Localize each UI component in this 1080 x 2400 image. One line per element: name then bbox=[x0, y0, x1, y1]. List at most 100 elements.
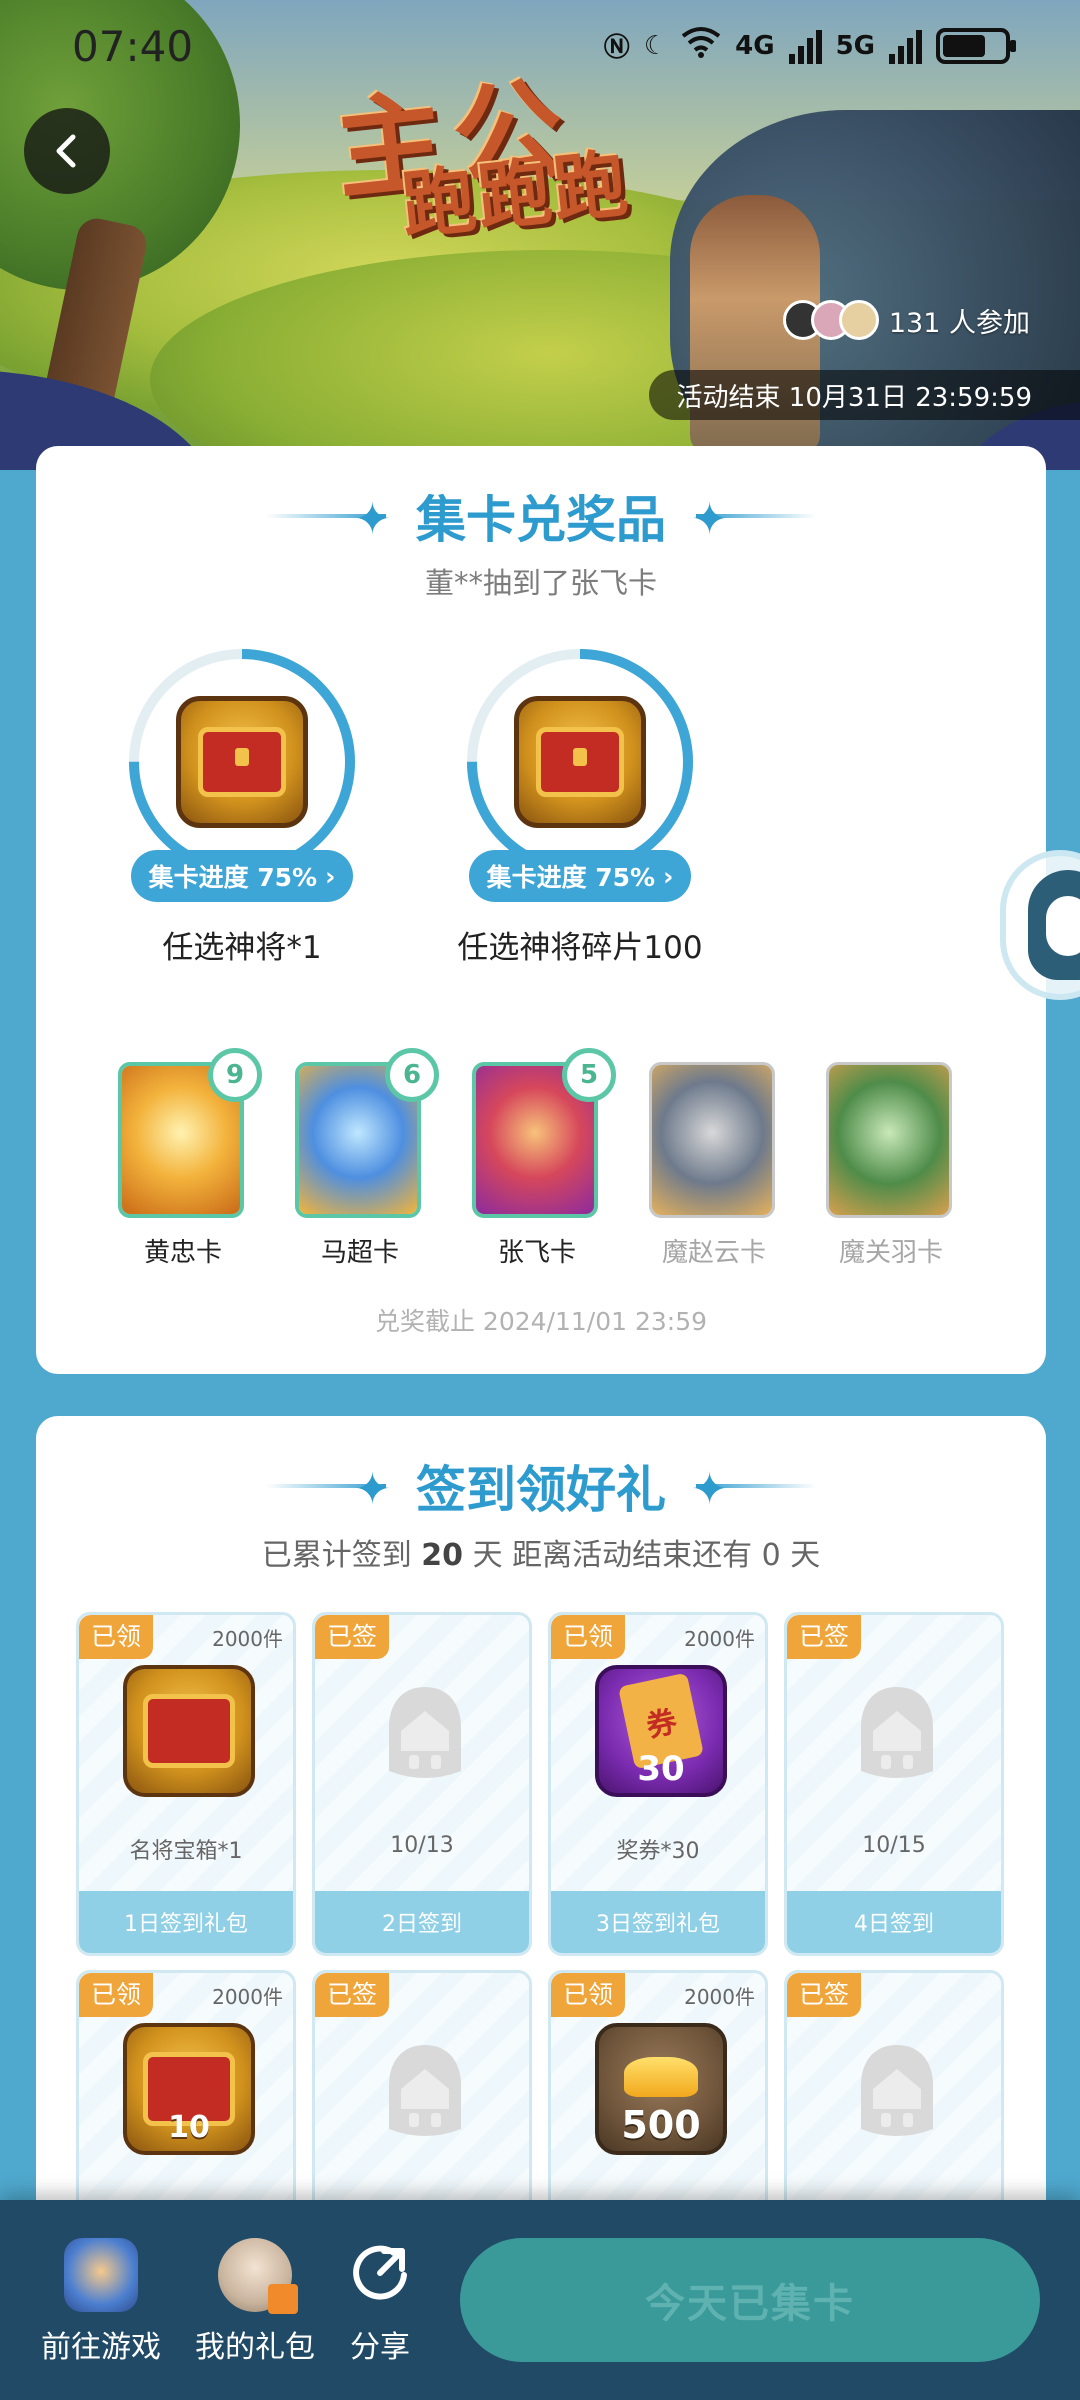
participant-count: 131 人参加 bbox=[888, 307, 1030, 339]
signin-day-4[interactable]: 已签 10/15 4日签到 bbox=[784, 1612, 1004, 1956]
dnd-moon-icon: ☾ bbox=[643, 30, 668, 61]
prize-name: 任选神将碎片100 bbox=[457, 930, 703, 966]
general-card-machao[interactable]: 6 马超卡 bbox=[295, 1048, 439, 1269]
card-count-badge: 9 bbox=[208, 1048, 262, 1102]
section-title: ✦ 签到领好礼 ✦ bbox=[36, 1450, 1046, 1522]
nfc-icon: Ⓝ bbox=[603, 33, 630, 63]
day-footer: 3日签到礼包 bbox=[551, 1891, 765, 1953]
broadcast-text: 董**抽到了张飞卡 bbox=[424, 566, 657, 600]
day-footer: 4日签到 bbox=[787, 1891, 1001, 1953]
status-tag: 已签 bbox=[315, 1973, 390, 2017]
progress-label: 集卡进度 75% bbox=[486, 863, 656, 892]
day-footer: 1日签到礼包 bbox=[79, 1891, 293, 1953]
stock-count: 2000件 bbox=[212, 1985, 283, 2009]
chevron-right-icon: › bbox=[663, 861, 674, 891]
sparkle-icon: ✦ bbox=[691, 1464, 728, 1515]
stock-count: 2000件 bbox=[684, 1985, 755, 2009]
card-label: 魔赵云卡 bbox=[661, 1238, 766, 1268]
participant-avatars bbox=[782, 300, 879, 340]
avatar bbox=[838, 300, 879, 340]
general-card-mozhaoyun[interactable]: 魔赵云卡 bbox=[649, 1062, 779, 1269]
item-amount: 500 bbox=[621, 2103, 701, 2147]
treasure-chest-icon bbox=[514, 696, 646, 828]
signin-summary-prefix: 已累计签到 bbox=[261, 1538, 412, 1573]
item-amount: 10 bbox=[168, 2110, 210, 2145]
day-footer: 2日签到 bbox=[315, 1891, 529, 1953]
card-label: 黄忠卡 bbox=[143, 1238, 222, 1268]
signin-summary-rest: 天 距离活动结束还有 0 天 bbox=[472, 1538, 821, 1573]
battery-icon bbox=[936, 27, 1016, 64]
chevron-right-icon: › bbox=[325, 861, 336, 891]
collect-title: 集卡兑奖品 bbox=[416, 491, 666, 549]
collect-today-button[interactable]: 今天已集卡 bbox=[460, 2238, 1040, 2362]
general-card-zhangfei[interactable]: 5 张飞卡 bbox=[472, 1048, 616, 1269]
signin-days-count: 20 bbox=[421, 1538, 464, 1573]
prize-name: 任选神将*1 bbox=[162, 930, 322, 966]
network-5g-label: 5G bbox=[835, 30, 875, 61]
status-time: 07:40 bbox=[72, 22, 194, 71]
collect-cards-panel: ✦ 集卡兑奖品 ✦ 董**抽到了张飞卡 集卡进度 75% › 任选神将*1 集卡… bbox=[36, 446, 1046, 1374]
signin-day-3[interactable]: 券 30 已领 2000件 奖券*30 3日签到礼包 bbox=[548, 1612, 768, 1956]
item-amount: 30 bbox=[637, 1749, 685, 1789]
sparkle-icon: ✦ bbox=[691, 494, 728, 545]
placeholder-avatar-icon bbox=[861, 2045, 933, 2136]
signin-day-2[interactable]: 已签 10/13 2日签到 bbox=[312, 1612, 532, 1956]
progress-label: 集卡进度 75% bbox=[148, 863, 318, 892]
collect-progress-button[interactable]: 集卡进度 75% › bbox=[469, 850, 691, 902]
status-icons: Ⓝ ☾ 4G 5G bbox=[603, 26, 1016, 65]
treasure-chest-icon bbox=[176, 696, 308, 828]
stock-count: 2000件 bbox=[684, 1627, 755, 1651]
chevron-left-icon bbox=[56, 134, 76, 168]
prize-item[interactable]: 集卡进度 75% › 任选神将碎片100 bbox=[410, 646, 750, 967]
bottom-action-bar: 前往游戏 我的礼包 分享 今天已集卡 bbox=[0, 2200, 1080, 2400]
status-tag: 已领 bbox=[79, 1973, 154, 2017]
placeholder-avatar-icon bbox=[389, 2045, 461, 2136]
general-card-huangzhong[interactable]: 9 黄忠卡 bbox=[118, 1048, 262, 1269]
my-gifts-label: 我的礼包 bbox=[195, 2330, 315, 2365]
penguin-mascot-icon bbox=[1028, 870, 1080, 980]
game-app-icon bbox=[64, 2238, 138, 2312]
my-gifts-button[interactable]: 我的礼包 bbox=[190, 2238, 320, 2366]
card-count-badge: 6 bbox=[385, 1048, 439, 1102]
sparkle-icon: ✦ bbox=[354, 494, 391, 545]
gift-avatar-icon bbox=[218, 2238, 298, 2314]
signal-icon bbox=[788, 28, 822, 64]
progress-ring bbox=[126, 646, 358, 878]
collect-progress-button[interactable]: 集卡进度 75% › bbox=[131, 850, 353, 902]
card-label: 张飞卡 bbox=[497, 1238, 576, 1268]
participants-info: 131 人参加 bbox=[782, 300, 1030, 340]
general-cards-row: 9 黄忠卡 6 马超卡 5 张飞卡 魔赵云卡 魔关羽卡 bbox=[118, 1048, 998, 1268]
progress-ring bbox=[464, 646, 696, 878]
signin-summary: 已累计签到 20 天 距离活动结束还有 0 天 bbox=[36, 1530, 1046, 1574]
go-to-game-button[interactable]: 前往游戏 bbox=[38, 2238, 164, 2366]
placeholder-avatar-icon bbox=[389, 1687, 461, 1778]
stock-count: 2000件 bbox=[212, 1627, 283, 1651]
status-tag: 已签 bbox=[787, 1973, 862, 2017]
status-tag: 已领 bbox=[551, 1973, 626, 2017]
signin-day-1[interactable]: 已领 2000件 名将宝箱*1 1日签到礼包 bbox=[76, 1612, 296, 1956]
card-label: 马超卡 bbox=[320, 1238, 399, 1268]
network-4g-label: 4G bbox=[735, 30, 775, 61]
reward-caption: 奖券*30 bbox=[616, 1839, 700, 1864]
status-tag: 已签 bbox=[315, 1615, 390, 1659]
status-tag: 已领 bbox=[79, 1615, 154, 1659]
share-button[interactable]: 分享 bbox=[340, 2238, 420, 2366]
status-tag: 已签 bbox=[787, 1615, 862, 1659]
card-count-badge: 5 bbox=[562, 1048, 616, 1102]
general-card-moguanyu[interactable]: 魔关羽卡 bbox=[826, 1062, 956, 1269]
event-end-time: 活动结束 10月31日 23:59:59 bbox=[648, 370, 1080, 420]
prize-item[interactable]: 集卡进度 75% › 任选神将*1 bbox=[72, 646, 412, 967]
back-button[interactable] bbox=[24, 108, 110, 194]
share-icon bbox=[343, 2238, 417, 2312]
placeholder-avatar-icon bbox=[861, 1687, 933, 1778]
sparkle-icon: ✦ bbox=[354, 1464, 391, 1515]
go-to-game-label: 前往游戏 bbox=[41, 2330, 161, 2365]
wifi-icon bbox=[681, 26, 721, 65]
redeem-deadline: 兑奖截止 2024/11/01 23:59 bbox=[374, 1307, 708, 1336]
signin-title: 签到领好礼 bbox=[416, 1461, 666, 1519]
signal-icon-2 bbox=[889, 28, 922, 64]
section-title: ✦ 集卡兑奖品 ✦ bbox=[36, 480, 1046, 552]
card-label: 魔关羽卡 bbox=[838, 1238, 943, 1268]
status-tag: 已领 bbox=[551, 1615, 626, 1659]
reward-caption: 10/13 bbox=[390, 1833, 454, 1858]
